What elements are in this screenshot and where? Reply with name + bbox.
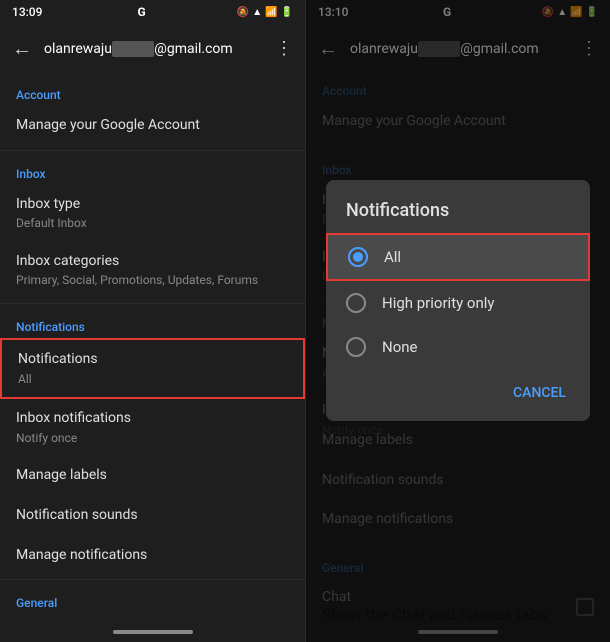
dialog-option-high-priority[interactable]: High priority only bbox=[326, 281, 590, 325]
notifications-item-left[interactable]: Notifications All bbox=[0, 338, 305, 399]
notifications-dialog: Notifications All High priority only Non… bbox=[326, 180, 590, 421]
radio-none bbox=[346, 337, 366, 357]
option-none-label: None bbox=[382, 338, 418, 356]
section-header-inbox-left: Inbox bbox=[0, 155, 305, 185]
more-menu-left[interactable]: ⋮ bbox=[275, 38, 293, 59]
status-bar-left: 13:09 G 🔕 ▲ 📶 🔋 bbox=[0, 0, 305, 24]
time-left: 13:09 bbox=[12, 5, 42, 19]
dialog-actions: Cancel bbox=[326, 369, 590, 421]
dialog-cancel-button[interactable]: Cancel bbox=[501, 377, 578, 409]
status-icons-left: 🔕 ▲ 📶 🔋 bbox=[237, 7, 293, 18]
manage-notifications-left[interactable]: Manage notifications bbox=[0, 536, 305, 576]
dialog-option-all[interactable]: All bbox=[326, 233, 590, 281]
settings-left: Account Manage your Google Account Inbox… bbox=[0, 72, 305, 622]
inbox-categories-left[interactable]: Inbox categories Primary, Social, Promot… bbox=[0, 242, 305, 299]
notification-sounds-left[interactable]: Notification sounds bbox=[0, 496, 305, 536]
section-header-notifications-left: Notifications bbox=[0, 308, 305, 338]
right-panel: 13:10 G 🔕 ▲ 📶 🔋 ← olanrewaju●●●●●@gmail.… bbox=[305, 0, 610, 642]
nav-indicator-left bbox=[113, 630, 193, 634]
dialog-option-none[interactable]: None bbox=[326, 325, 590, 369]
radio-high-priority bbox=[346, 293, 366, 313]
dialog-title: Notifications bbox=[326, 180, 590, 233]
chat-item-left[interactable]: Chat Show the Chat and Spaces tabs bbox=[0, 614, 305, 622]
g-icon-left: G bbox=[138, 5, 146, 19]
inbox-type-left[interactable]: Inbox type Default Inbox bbox=[0, 185, 305, 242]
option-all-label: All bbox=[384, 248, 401, 266]
radio-all bbox=[348, 247, 368, 267]
account-email-left: olanrewaju●●●●●@gmail.com bbox=[44, 40, 275, 57]
manage-labels-left[interactable]: Manage labels bbox=[0, 456, 305, 496]
back-button-left[interactable]: ← bbox=[12, 36, 32, 61]
top-bar-left: ← olanrewaju●●●●●@gmail.com ⋮ bbox=[0, 24, 305, 72]
option-high-priority-label: High priority only bbox=[382, 294, 495, 312]
section-header-account-left: Account bbox=[0, 76, 305, 106]
manage-google-account-left[interactable]: Manage your Google Account bbox=[0, 106, 305, 146]
inbox-notifications-left[interactable]: Inbox notifications Notify once bbox=[0, 399, 305, 456]
section-header-general-left: General bbox=[0, 584, 305, 614]
left-panel: 13:09 G 🔕 ▲ 📶 🔋 ← olanrewaju●●●●●@gmail.… bbox=[0, 0, 305, 642]
